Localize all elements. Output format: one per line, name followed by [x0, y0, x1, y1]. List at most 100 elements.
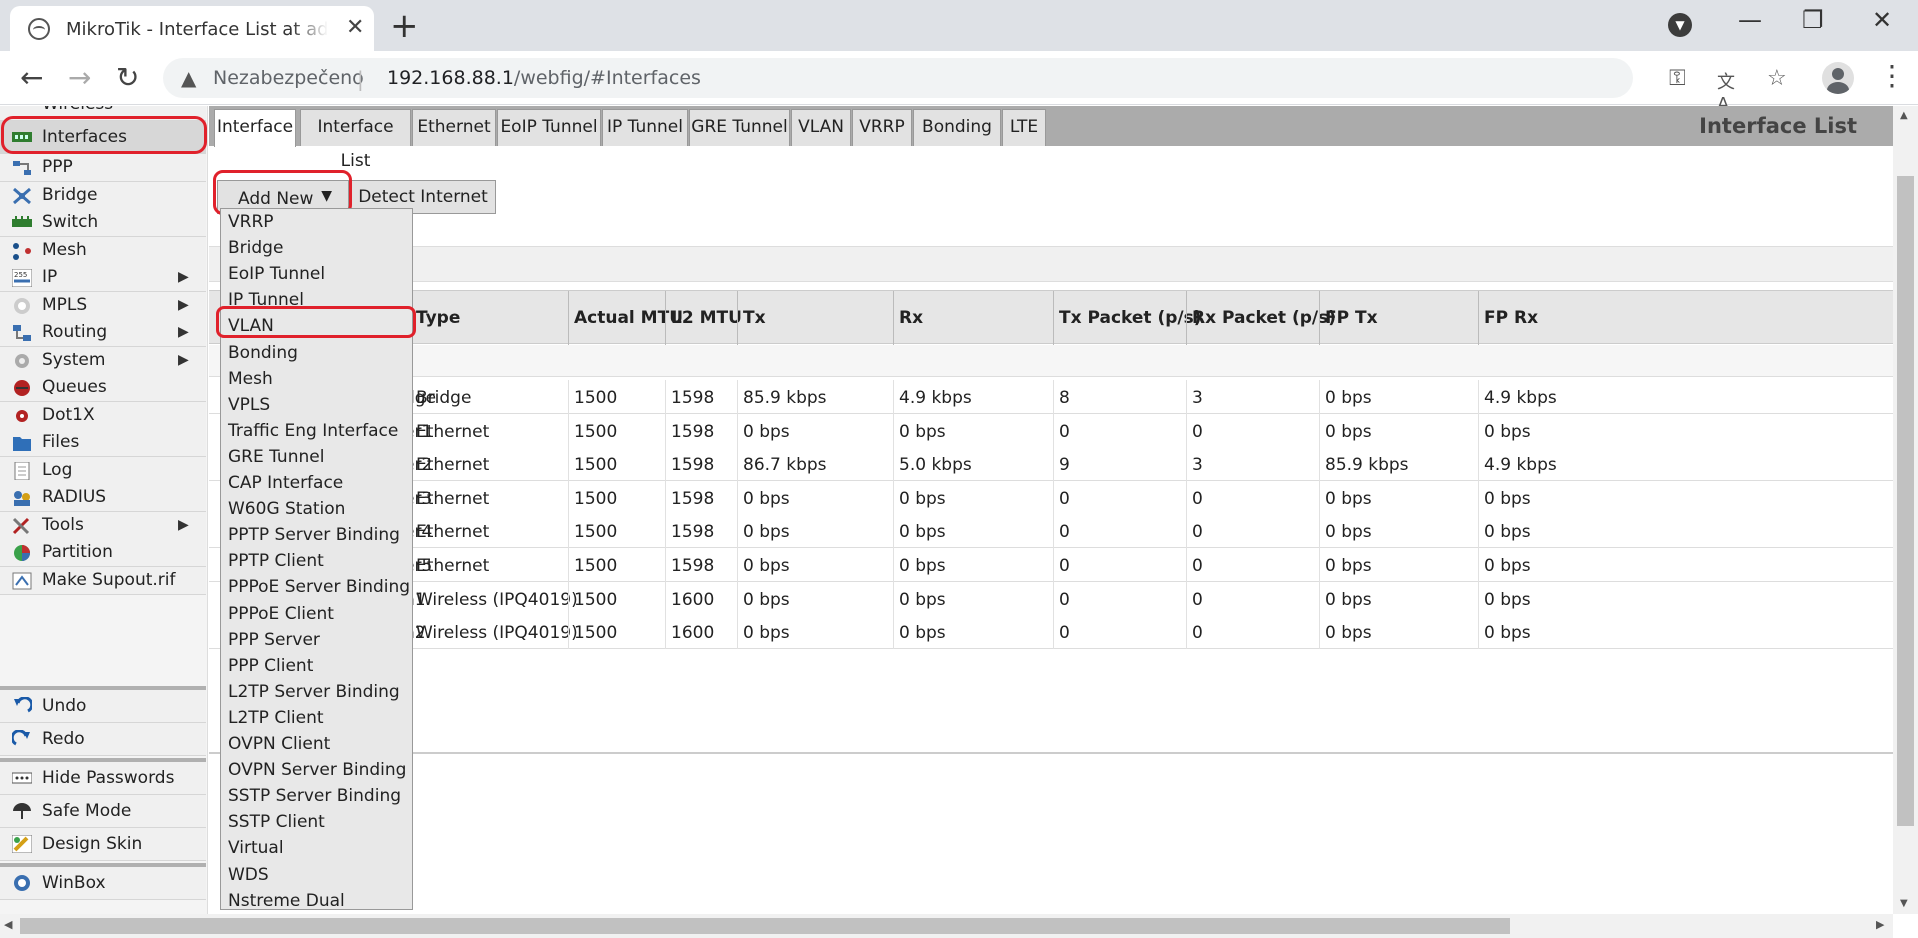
menu-item-traffic-eng-interface[interactable]: Traffic Eng Interface	[228, 421, 398, 441]
column-header-tx[interactable]: Tx	[743, 308, 766, 328]
sidebar-item-files[interactable]: Files	[0, 429, 206, 457]
design-skin-button[interactable]: Design Skin	[0, 828, 206, 861]
menu-item-vlan[interactable]: VLAN	[228, 316, 274, 336]
scroll-left-icon[interactable]: ◀	[4, 918, 12, 931]
column-header-type[interactable]: Type	[416, 308, 460, 328]
vertical-scrollbar[interactable]: ▲ ▼	[1893, 106, 1918, 914]
vertical-scroll-thumb[interactable]	[1897, 176, 1914, 826]
address-bar[interactable]: ▲ Nezabezpečeno | 192.168.88.1/webfig/#I…	[163, 58, 1787, 115]
table-row[interactable]: n1 Wireless (IPQ4019) 1500 1600 0 bps 0 bps 0 0…	[209, 581, 1893, 616]
sidebar-item-wireless[interactable]: Wireless	[0, 106, 206, 121]
tab-vlan[interactable]: VLAN	[791, 109, 851, 146]
column-header-l2-mtu[interactable]: L2 MTU	[671, 308, 742, 328]
column-header-rx[interactable]: Rx	[899, 308, 923, 328]
browser-tab[interactable]: MikroTik - Interface List at admin@192.1…	[10, 6, 374, 51]
sidebar-item-ip[interactable]: 255 IP ▶	[0, 264, 206, 292]
column-header-tx-packet-p-s[interactable]: Tx Packet (p/s)	[1059, 308, 1202, 328]
menu-item-sstp-client[interactable]: SSTP Client	[228, 812, 325, 832]
menu-item-cap-interface[interactable]: CAP Interface	[228, 473, 343, 493]
sidebar-item-routing[interactable]: Routing ▶	[0, 319, 206, 347]
tab-interface-list[interactable]: Interface List	[300, 109, 411, 171]
menu-item-ovpn-client[interactable]: OVPN Client	[228, 734, 330, 754]
menu-item-pptp-client[interactable]: PPTP Client	[228, 551, 324, 571]
key-icon[interactable]: ⚿	[1669, 66, 1686, 91]
menu-item-vpls[interactable]: VPLS	[228, 395, 270, 415]
menu-item-ovpn-server-binding[interactable]: OVPN Server Binding	[228, 760, 406, 780]
menu-item-w60g-station[interactable]: W60G Station	[228, 499, 345, 519]
menu-item-pppoe-server-binding[interactable]: PPPoE Server Binding	[228, 577, 410, 597]
tab-search-icon[interactable]: ▼	[1668, 13, 1692, 37]
sidebar-item-bridge[interactable]: Bridge	[0, 182, 206, 210]
sidebar-item-radius[interactable]: RADIUS	[0, 484, 206, 512]
bookmark-star-icon[interactable]: ☆	[1767, 66, 1787, 91]
menu-item-bonding[interactable]: Bonding	[228, 343, 298, 363]
new-tab-icon[interactable]: +	[390, 6, 419, 46]
menu-item-bridge[interactable]: Bridge	[228, 238, 283, 258]
sidebar-item-interfaces[interactable]: Interfaces	[0, 121, 206, 154]
menu-item-vrrp[interactable]: VRRP	[228, 212, 274, 232]
security-status[interactable]: Nezabezpečeno	[213, 67, 364, 89]
safe-mode-button[interactable]: Safe Mode	[0, 795, 206, 828]
sidebar-item-system[interactable]: System ▶	[0, 347, 206, 375]
sidebar-item-ppp[interactable]: PPP	[0, 154, 206, 182]
tab-ip-tunnel[interactable]: IP Tunnel	[602, 109, 688, 146]
menu-item-l2tp-server-binding[interactable]: L2TP Server Binding	[228, 682, 400, 702]
column-divider[interactable]	[1319, 291, 1320, 345]
menu-item-nstreme-dual[interactable]: Nstreme Dual	[228, 891, 345, 909]
table-row[interactable]: er1 Ethernet 1500 1598 0 bps 0 bps 0 0 0 bps 0 bp…	[209, 413, 1893, 448]
column-header-actual-mtu[interactable]: Actual MTU	[574, 308, 683, 328]
undo-button[interactable]: Undo	[0, 690, 206, 723]
warning-icon[interactable]: ▲	[181, 66, 196, 90]
column-divider[interactable]	[1053, 291, 1054, 345]
sidebar-item-switch[interactable]: Switch	[0, 209, 206, 237]
close-tab-icon[interactable]: ✕	[346, 15, 364, 40]
menu-item-eoip-tunnel[interactable]: EoIP Tunnel	[228, 264, 325, 284]
menu-item-pptp-server-binding[interactable]: PPTP Server Binding	[228, 525, 400, 545]
horizontal-scroll-thumb[interactable]	[20, 918, 1510, 934]
sidebar-item-mesh[interactable]: Mesh	[0, 237, 206, 265]
table-row[interactable]: er3 Ethernet 1500 1598 0 bps 0 bps 0 0 0 bps 0 bp…	[209, 480, 1893, 515]
column-divider[interactable]	[893, 291, 894, 345]
column-divider[interactable]	[737, 291, 738, 345]
tab-ethernet[interactable]: Ethernet	[412, 109, 496, 146]
scroll-right-icon[interactable]: ▶	[1876, 918, 1884, 931]
url-text[interactable]: 192.168.88.1/webfig/#Interfaces	[387, 67, 701, 89]
tab-eoip-tunnel[interactable]: EoIP Tunnel	[497, 109, 601, 146]
back-icon[interactable]: ←	[20, 61, 43, 94]
table-row[interactable]: dge Bridge 1500 1598 85.9 kbps 4.9 kbps 8 3 0 bp…	[209, 380, 1893, 414]
sidebar-item-tools[interactable]: Tools ▶	[0, 512, 206, 540]
menu-item-ppp-server[interactable]: PPP Server	[228, 630, 320, 650]
column-divider[interactable]	[1478, 291, 1479, 345]
menu-item-sstp-server-binding[interactable]: SSTP Server Binding	[228, 786, 401, 806]
tab-bonding[interactable]: Bonding	[913, 109, 1001, 146]
profile-avatar-icon[interactable]	[1822, 62, 1854, 94]
hide-passwords-button[interactable]: Hide Passwords	[0, 762, 206, 795]
menu-item-pppoe-client[interactable]: PPPoE Client	[228, 604, 334, 624]
table-row[interactable]: n2 Wireless (IPQ4019) 1500 1600 0 bps 0 bps 0 0…	[209, 615, 1893, 650]
window-close-icon[interactable]: ✕	[1872, 6, 1892, 34]
menu-item-gre-tunnel[interactable]: GRE Tunnel	[228, 447, 324, 467]
table-row[interactable]: er4 Ethernet 1500 1598 0 bps 0 bps 0 0 0 bps 0 bp…	[209, 514, 1893, 549]
sidebar-item-make-supout-rif[interactable]: Make Supout.rif	[0, 567, 206, 595]
scroll-down-icon[interactable]: ▼	[1900, 898, 1908, 909]
menu-item-wds[interactable]: WDS	[228, 865, 269, 885]
sidebar-item-dot1x[interactable]: Dot1X	[0, 402, 206, 430]
column-header-fp-rx[interactable]: FP Rx	[1484, 308, 1538, 328]
winbox-button[interactable]: WinBox	[0, 867, 206, 900]
column-divider[interactable]	[568, 291, 569, 345]
sidebar-item-mpls[interactable]: MPLS ▶	[0, 292, 206, 320]
minimize-icon[interactable]: —	[1738, 6, 1762, 34]
sidebar-item-partition[interactable]: Partition	[0, 539, 206, 567]
reload-icon[interactable]: ↻	[116, 61, 139, 94]
browser-menu-icon[interactable]: ⋮	[1878, 59, 1906, 92]
restore-icon[interactable]: ❐	[1802, 6, 1824, 34]
redo-button[interactable]: Redo	[0, 723, 206, 756]
column-divider[interactable]	[1186, 291, 1187, 345]
sidebar-item-queues[interactable]: Queues	[0, 374, 206, 402]
tab-interface[interactable]: Interface	[214, 109, 296, 147]
sidebar-item-log[interactable]: Log	[0, 457, 206, 485]
menu-item-ip-tunnel[interactable]: IP Tunnel	[228, 290, 304, 310]
tab-gre-tunnel[interactable]: GRE Tunnel	[689, 109, 790, 146]
tab-lte[interactable]: LTE	[1002, 109, 1046, 146]
horizontal-scrollbar[interactable]: ◀ ▶	[0, 914, 1893, 938]
